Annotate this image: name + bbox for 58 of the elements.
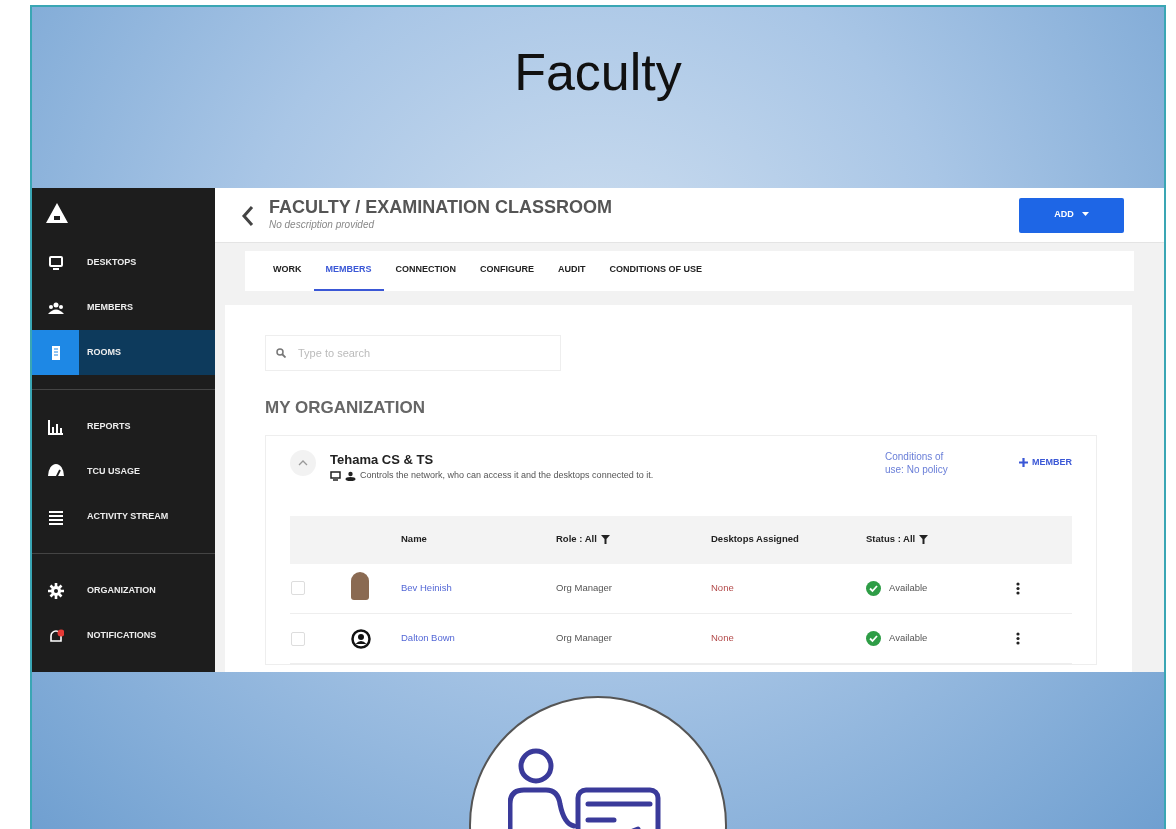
filter-icon[interactable] xyxy=(919,535,929,545)
section-title: MY ORGANIZATION xyxy=(265,397,426,419)
column-header: Role : All xyxy=(556,533,597,545)
logo-icon xyxy=(46,203,68,223)
tab[interactable]: WORK xyxy=(261,251,314,291)
row-checkbox[interactable] xyxy=(291,581,305,596)
caret-icon xyxy=(1081,212,1089,218)
conditions-link[interactable]: Conditions of use: No policy xyxy=(885,449,965,476)
add-dropdown-button[interactable]: ADD xyxy=(1019,197,1124,233)
photo-placeholder xyxy=(351,572,369,601)
slide-title: Faculty xyxy=(514,42,682,103)
member-name-link[interactable]: Dalton Bown xyxy=(401,632,455,644)
column-header: Status : All xyxy=(866,533,916,545)
search-field[interactable]: Type to search xyxy=(265,335,561,371)
sidebar-item[interactable]: TCU USAGE xyxy=(32,449,215,494)
sidebar-item[interactable]: ACTIVITY STREAM xyxy=(32,494,215,539)
page-title: FACULTY / EXAMINATION CLASSROOM xyxy=(269,197,612,218)
column-header: Name xyxy=(401,533,427,545)
column-header: Desktops Assigned xyxy=(711,533,799,545)
organization-name: Tehama CS & TS xyxy=(330,450,435,469)
more-icon[interactable] xyxy=(1016,632,1020,646)
table-cell: None xyxy=(710,613,865,664)
bar-chart-icon xyxy=(47,418,64,435)
filter-icon[interactable] xyxy=(600,535,610,545)
table-cell: Org Manager xyxy=(555,613,710,664)
sidebar-item[interactable]: REPORTS xyxy=(32,404,215,449)
tab[interactable]: CONNECTION xyxy=(383,251,468,291)
sidebar-item[interactable]: ROOMS xyxy=(32,330,215,375)
monitor-icon xyxy=(330,470,341,481)
sidebar-item[interactable]: NOTIFICATIONS xyxy=(32,613,215,658)
back-icon[interactable] xyxy=(241,203,255,227)
collapse-toggle[interactable] xyxy=(290,449,316,476)
page-subtitle: No description provided xyxy=(269,218,376,233)
tab[interactable]: MEMBERS xyxy=(313,251,384,291)
check-circle-icon xyxy=(866,580,881,596)
gear-icon xyxy=(47,582,64,599)
list-icon xyxy=(47,508,64,525)
sidebar-item[interactable]: DESKTOPS xyxy=(32,240,215,285)
monitor-icon xyxy=(47,254,64,271)
organization-description: Controls the network, who can access it and the desktops connected to it. xyxy=(360,469,654,482)
status-text: Available xyxy=(889,632,928,643)
bell-icon xyxy=(47,627,64,644)
member-name-link[interactable]: Bev Heinish xyxy=(401,582,452,594)
tab[interactable]: CONFIGURE xyxy=(468,251,546,291)
table-cell: None xyxy=(710,563,865,614)
sidebar-item[interactable]: MEMBERS xyxy=(32,285,215,330)
sidebar-item[interactable]: ORGANIZATION xyxy=(32,568,215,613)
table-cell: Org Manager xyxy=(555,563,710,614)
row-checkbox[interactable] xyxy=(291,631,305,646)
chevron-icon xyxy=(298,459,308,466)
more-icon[interactable] xyxy=(1016,582,1020,596)
avatar-icon xyxy=(351,628,371,649)
check-circle-icon xyxy=(866,631,881,646)
tab[interactable]: AUDIT xyxy=(546,251,598,291)
status-text: Available xyxy=(889,581,928,593)
add-member-button[interactable]: MEMBER xyxy=(1019,449,1072,475)
plus-icon xyxy=(1019,457,1028,467)
tab[interactable]: CONDITIONS OF USE xyxy=(597,251,715,291)
